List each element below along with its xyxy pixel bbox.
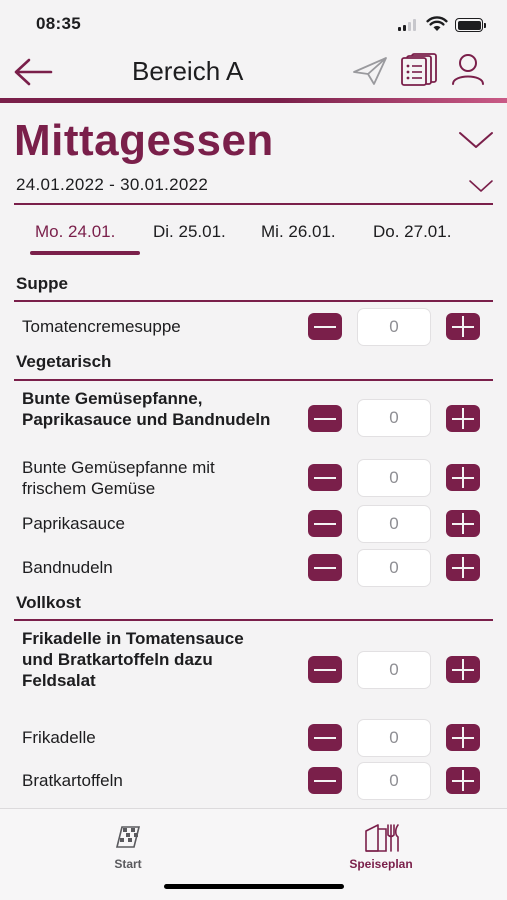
header-accent-bar	[0, 98, 507, 103]
status-bar: 08:35	[0, 0, 507, 50]
increase-button[interactable]	[446, 405, 480, 432]
active-day-indicator	[30, 251, 140, 255]
nav-start-label: Start	[114, 857, 142, 871]
wifi-icon	[426, 16, 448, 31]
day-tab[interactable]: Di. 25.01.	[153, 222, 226, 242]
paper-plane-icon[interactable]	[352, 56, 388, 86]
decrease-button[interactable]	[308, 656, 342, 683]
increase-button[interactable]	[446, 724, 480, 751]
day-tab[interactable]: Do. 27.01.	[373, 222, 451, 242]
increase-button[interactable]	[446, 464, 480, 491]
week-divider	[14, 203, 493, 205]
start-flag-icon	[115, 826, 141, 848]
signal-icon	[398, 19, 418, 31]
back-button[interactable]	[14, 54, 54, 90]
menu-item-label: Frikadelle	[22, 728, 96, 747]
section-divider	[14, 300, 493, 302]
section-title: Vollkost	[16, 593, 81, 612]
nav-speiseplan[interactable]: Speiseplan	[331, 817, 431, 875]
week-range[interactable]: 24.01.2022 - 30.01.2022	[16, 175, 208, 195]
decrease-button[interactable]	[308, 313, 342, 340]
nav-start[interactable]: Start	[78, 817, 178, 875]
documents-list-icon[interactable]	[400, 52, 440, 86]
menu-cutlery-icon	[365, 824, 399, 852]
page-title: Bereich A	[132, 56, 244, 86]
arrow-left-icon	[14, 58, 53, 86]
menu-item-label: Frikadelle in Tomatensauce und Bratkarto…	[22, 629, 244, 690]
decrease-button[interactable]	[308, 767, 342, 794]
decrease-button[interactable]	[308, 554, 342, 581]
quantity-input[interactable]	[357, 549, 431, 587]
home-indicator	[164, 884, 344, 889]
day-tab[interactable]: Mo. 24.01.	[35, 222, 115, 242]
menu-item-label: Bunte Gemüsepfanne, Paprikasauce und Ban…	[22, 389, 271, 429]
increase-button[interactable]	[446, 554, 480, 581]
quantity-input[interactable]	[357, 651, 431, 689]
increase-button[interactable]	[446, 767, 480, 794]
user-icon[interactable]	[450, 52, 486, 86]
menu-item-label: Bratkartoffeln	[22, 771, 123, 790]
quantity-input[interactable]	[357, 459, 431, 497]
menu-item-label: Paprikasauce	[22, 514, 126, 533]
menu-item-label: Bandnudeln	[22, 558, 113, 577]
quantity-input[interactable]	[357, 505, 431, 543]
quantity-input[interactable]	[357, 308, 431, 346]
increase-button[interactable]	[446, 313, 480, 340]
chevron-down-icon[interactable]	[468, 179, 494, 193]
menu-item-label: Tomatencremesuppe	[22, 317, 181, 336]
quantity-input[interactable]	[357, 399, 431, 437]
battery-icon	[455, 18, 486, 32]
increase-button[interactable]	[446, 510, 480, 537]
section-title: Vegetarisch	[16, 352, 112, 371]
quantity-input[interactable]	[357, 762, 431, 800]
increase-button[interactable]	[446, 656, 480, 683]
section-title: Suppe	[16, 274, 68, 293]
quantity-input[interactable]	[357, 719, 431, 757]
menu-item-label: Bunte Gemüsepfanne mit frischem Gemüse	[22, 458, 215, 498]
app-header: Bereich A	[0, 50, 507, 100]
meal-title[interactable]: Mittagessen	[14, 116, 274, 166]
nav-speiseplan-label: Speiseplan	[349, 857, 413, 871]
chevron-down-icon[interactable]	[458, 130, 494, 150]
decrease-button[interactable]	[308, 405, 342, 432]
section-divider	[14, 379, 493, 381]
day-tab[interactable]: Mi. 26.01.	[261, 222, 336, 242]
status-time: 08:35	[36, 14, 81, 33]
decrease-button[interactable]	[308, 724, 342, 751]
decrease-button[interactable]	[308, 510, 342, 537]
decrease-button[interactable]	[308, 464, 342, 491]
section-divider	[14, 619, 493, 621]
